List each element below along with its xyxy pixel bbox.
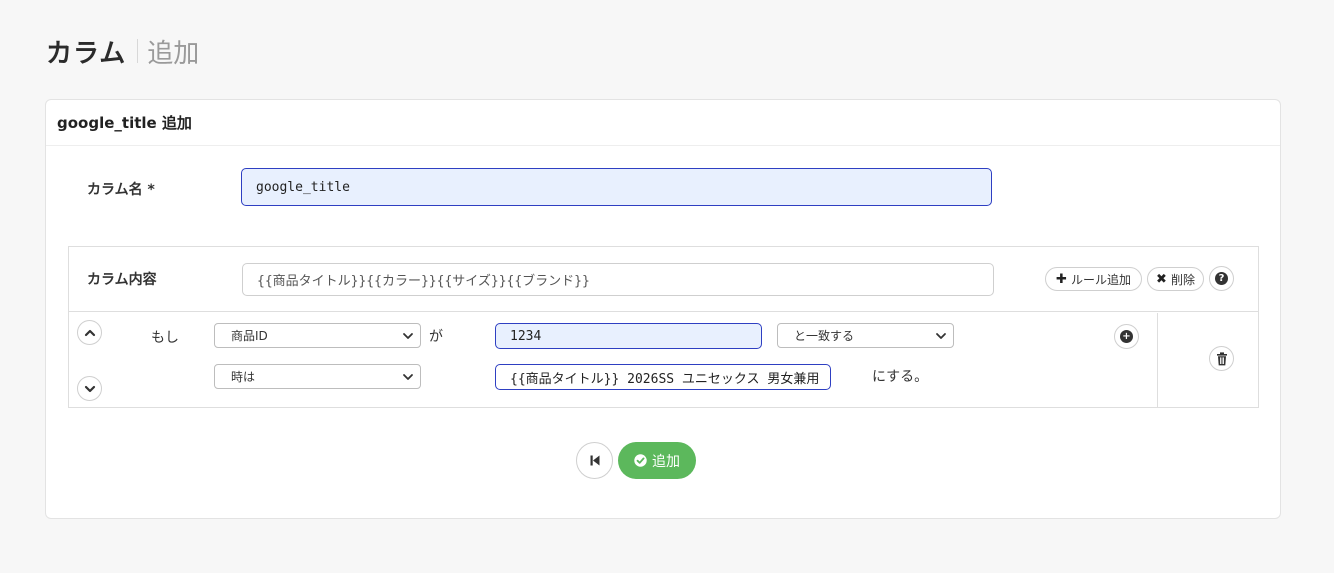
result-value-input[interactable]: {{商品タイトル}} 2026SS ユニセックス 男女兼用 bbox=[495, 364, 831, 390]
field-select[interactable]: 商品ID bbox=[214, 323, 421, 348]
chevron-down-icon bbox=[403, 374, 413, 380]
x-icon: ✖ bbox=[1156, 271, 1167, 287]
ga-label: が bbox=[429, 329, 443, 345]
delete-button[interactable]: ✖ 削除 bbox=[1147, 267, 1204, 291]
add-rule-label: ルール追加 bbox=[1070, 272, 1131, 287]
operator-select-value: と一致する bbox=[794, 329, 855, 343]
when-select[interactable]: 時は bbox=[214, 364, 421, 389]
page-title-main: カラム bbox=[46, 38, 127, 69]
delete-label: 削除 bbox=[1170, 272, 1195, 287]
chevron-down-icon bbox=[936, 333, 946, 339]
plus-circle-icon: + bbox=[1120, 330, 1133, 343]
delete-rule-button[interactable] bbox=[1209, 346, 1234, 371]
page-title: カラム 追加 bbox=[46, 33, 199, 69]
column-content-box: カラム内容 {{商品タイトル}}{{カラー}}{{サイズ}}{{ブランド}} ✚… bbox=[68, 246, 1259, 408]
submit-add-label: 追加 bbox=[652, 453, 680, 470]
rule-divider bbox=[1157, 313, 1158, 408]
trash-icon bbox=[1216, 351, 1227, 365]
chevron-down-icon bbox=[84, 385, 95, 392]
column-content-header: カラム内容 {{商品タイトル}}{{カラー}}{{サイズ}}{{ブランド}} ✚… bbox=[69, 247, 1258, 312]
back-button[interactable] bbox=[576, 442, 613, 479]
plus-icon: ✚ bbox=[1056, 271, 1067, 287]
card-header: google_title 追加 bbox=[46, 100, 1280, 146]
page-title-sub: 追加 bbox=[147, 38, 200, 69]
question-icon: ? bbox=[1215, 272, 1228, 285]
check-circle-icon bbox=[634, 454, 647, 467]
form-card: google_title 追加 カラム名 * google_title カラム内… bbox=[45, 99, 1281, 519]
column-name-label: カラム名 * bbox=[87, 182, 155, 198]
operator-select[interactable]: と一致する bbox=[777, 323, 954, 348]
add-rule-button[interactable]: ✚ ルール追加 bbox=[1045, 267, 1142, 291]
help-button[interactable]: ? bbox=[1209, 266, 1234, 291]
if-label: もし bbox=[151, 330, 179, 346]
match-value-input[interactable]: 1234 bbox=[495, 323, 762, 349]
column-content-input[interactable]: {{商品タイトル}}{{カラー}}{{サイズ}}{{ブランド}} bbox=[242, 263, 994, 296]
chevron-down-icon bbox=[403, 333, 413, 339]
rule-row: もし 商品ID が 1234 と一致する + 時は {{商品タイトル}} 202… bbox=[69, 313, 1258, 408]
submit-add-button[interactable]: 追加 bbox=[618, 442, 696, 479]
move-up-button[interactable] bbox=[77, 320, 102, 345]
skip-back-icon bbox=[590, 455, 599, 466]
add-condition-button[interactable]: + bbox=[1114, 324, 1139, 349]
title-separator bbox=[137, 39, 139, 63]
suffix-label: にする。 bbox=[872, 369, 929, 385]
column-content-label: カラム内容 bbox=[87, 272, 157, 288]
chevron-up-icon bbox=[84, 329, 95, 336]
field-select-value: 商品ID bbox=[231, 329, 268, 343]
column-name-input[interactable]: google_title bbox=[241, 168, 992, 206]
when-select-value: 時は bbox=[231, 370, 256, 384]
move-down-button[interactable] bbox=[77, 376, 102, 401]
